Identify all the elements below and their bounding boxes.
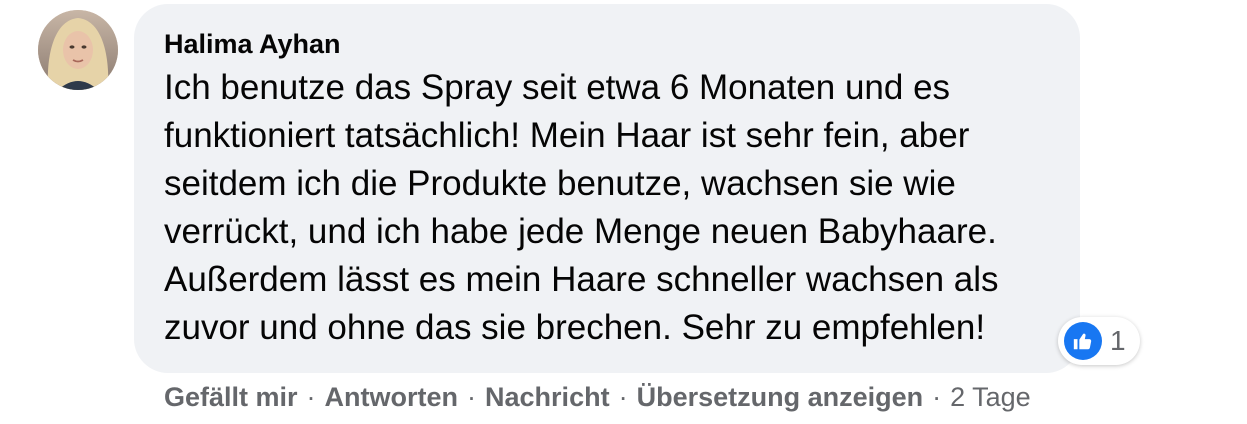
- comment-actions: Gefällt mir · Antworten · Nachricht · Üb…: [164, 382, 1031, 413]
- like-icon: [1064, 322, 1102, 360]
- reaction-summary[interactable]: 1: [1058, 317, 1140, 365]
- comment-author[interactable]: Halima Ayhan: [164, 24, 1050, 64]
- comment-timestamp[interactable]: 2 Tage: [950, 382, 1031, 413]
- comment-bubble: Halima Ayhan Ich benutze das Spray seit …: [134, 4, 1080, 373]
- reply-button[interactable]: Antworten: [325, 382, 458, 413]
- profile-photo: [38, 10, 118, 90]
- separator: ·: [306, 382, 316, 412]
- separator: ·: [467, 382, 477, 412]
- avatar[interactable]: [38, 10, 118, 90]
- comment-text: Ich benutze das Spray seit etwa 6 Monate…: [164, 68, 999, 347]
- reaction-count: 1: [1110, 325, 1126, 356]
- message-button[interactable]: Nachricht: [485, 382, 610, 413]
- show-translation-button[interactable]: Übersetzung anzeigen: [637, 382, 924, 413]
- like-button[interactable]: Gefällt mir: [164, 382, 298, 413]
- separator: ·: [932, 382, 942, 412]
- separator: ·: [618, 382, 628, 412]
